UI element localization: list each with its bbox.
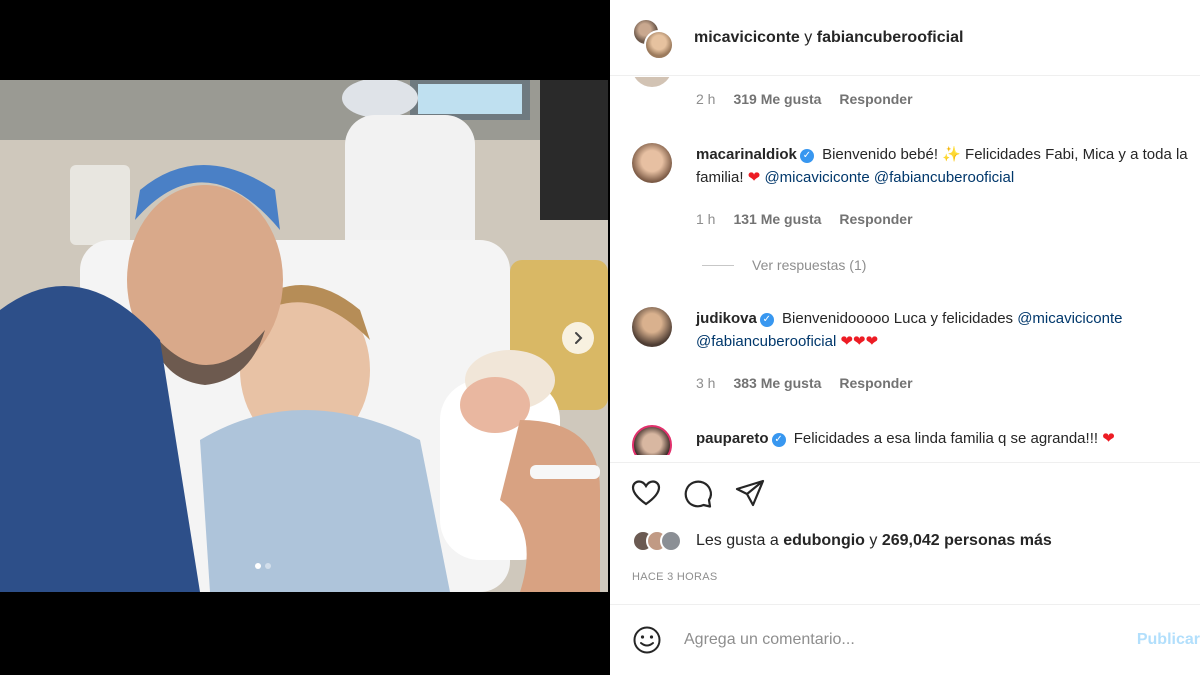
comment-username[interactable]: paupareto <box>696 430 769 447</box>
divider <box>702 264 734 266</box>
comment-likes[interactable]: 383 Me gusta <box>733 375 821 391</box>
avatar[interactable] <box>632 77 672 87</box>
likes-summary[interactable]: Les gusta a edubongio y 269,042 personas… <box>632 530 1052 552</box>
carousel-dot <box>255 563 261 569</box>
comment-meta: 1 h 131 Me gusta Responder <box>696 211 931 227</box>
author-avatars[interactable] <box>632 16 674 60</box>
avatar[interactable] <box>632 425 672 455</box>
comment-text: paupareto ✓ Felicidades a esa linda famil… <box>696 427 1200 450</box>
view-replies-label: Ver respuestas (1) <box>752 257 867 273</box>
avatar <box>660 530 682 552</box>
comment-text: judikova ✓ Bienvenidooooo Luca y felicida… <box>696 307 1200 353</box>
likes-middle: y <box>869 532 878 549</box>
verified-icon: ✓ <box>759 313 774 327</box>
verified-icon: ✓ <box>771 433 786 447</box>
heart-emoji-icon: ❤ <box>1102 430 1115 447</box>
comment-username[interactable]: macarinaldiok <box>696 146 797 163</box>
likes-prefix: Les gusta a <box>696 532 779 549</box>
next-photo-button[interactable] <box>562 322 594 354</box>
heart-emoji-icon: ❤ <box>747 169 761 186</box>
comment-body: Felicidades a esa linda familia q se agr… <box>793 430 1103 447</box>
author-conjunction: y <box>804 28 813 46</box>
comment-body: Bienvenido bebé! <box>822 146 943 163</box>
carousel-dots <box>255 563 271 569</box>
reply-button[interactable]: Responder <box>839 211 912 227</box>
liker-username[interactable]: edubongio <box>783 532 865 550</box>
comment-time: 1 h <box>696 211 716 227</box>
add-comment-bar: Publicar <box>610 604 1200 675</box>
author-link[interactable]: micaviciconte <box>694 29 800 46</box>
comment-time: 3 h <box>696 375 716 391</box>
comment-text: macarinaldiok ✓ Bienvenido bebé! ✨ Felici… <box>696 143 1200 189</box>
comment-meta: 2 h 319 Me gusta Responder <box>696 91 931 107</box>
post-photo <box>0 80 608 592</box>
heart-emojis: ❤❤❤ <box>840 333 879 350</box>
emoji-icon[interactable] <box>632 625 662 655</box>
sparkle-icon: ✨ <box>942 146 961 163</box>
post-timestamp: HACE 3 HORAS <box>632 571 718 583</box>
reply-button[interactable]: Responder <box>839 91 912 107</box>
post-authors: micaviciconte y fabiancuberooficial <box>694 29 963 47</box>
chevron-right-icon <box>575 332 583 344</box>
post-panel: micaviciconte y fabiancuberooficial 2 h … <box>610 0 1200 675</box>
comment-likes[interactable]: 319 Me gusta <box>733 91 821 107</box>
carousel-dot <box>265 563 271 569</box>
comments-list[interactable]: 2 h 319 Me gusta Responder macarinaldiok… <box>610 77 1200 455</box>
share-icon[interactable] <box>734 477 766 509</box>
comment-input[interactable] <box>684 631 1124 649</box>
post-button[interactable]: Publicar <box>1137 631 1200 649</box>
comment-likes[interactable]: 131 Me gusta <box>733 211 821 227</box>
heart-icon[interactable] <box>630 477 662 509</box>
avatar <box>644 29 674 60</box>
mention-link[interactable]: @micaviciconte <box>764 169 869 186</box>
comment-icon[interactable] <box>682 477 714 509</box>
liker-avatars <box>632 530 682 552</box>
comment-time: 2 h <box>696 91 716 107</box>
reply-button[interactable]: Responder <box>839 375 912 391</box>
mention-link[interactable]: @fabiancuberooficial <box>874 169 1014 186</box>
mention-link[interactable]: @fabiancuberooficial <box>696 333 836 350</box>
comment-meta: 3 h 383 Me gusta Responder <box>696 375 931 391</box>
avatar[interactable] <box>632 307 672 347</box>
avatar[interactable] <box>632 143 672 183</box>
author-link[interactable]: fabiancuberooficial <box>817 29 964 46</box>
post-header: micaviciconte y fabiancuberooficial <box>610 0 1200 76</box>
action-bar <box>610 462 1200 522</box>
likes-count[interactable]: 269,042 personas más <box>882 532 1052 550</box>
media-pane <box>0 0 610 675</box>
comment-body: Bienvenidooooo Luca y felicidades <box>782 310 1018 327</box>
photo-illustration <box>0 80 608 592</box>
view-replies-button[interactable]: Ver respuestas (1) <box>702 257 866 273</box>
mention-link[interactable]: @micaviciconte <box>1017 310 1122 327</box>
comment-username[interactable]: judikova <box>696 310 757 327</box>
verified-icon: ✓ <box>799 149 814 163</box>
